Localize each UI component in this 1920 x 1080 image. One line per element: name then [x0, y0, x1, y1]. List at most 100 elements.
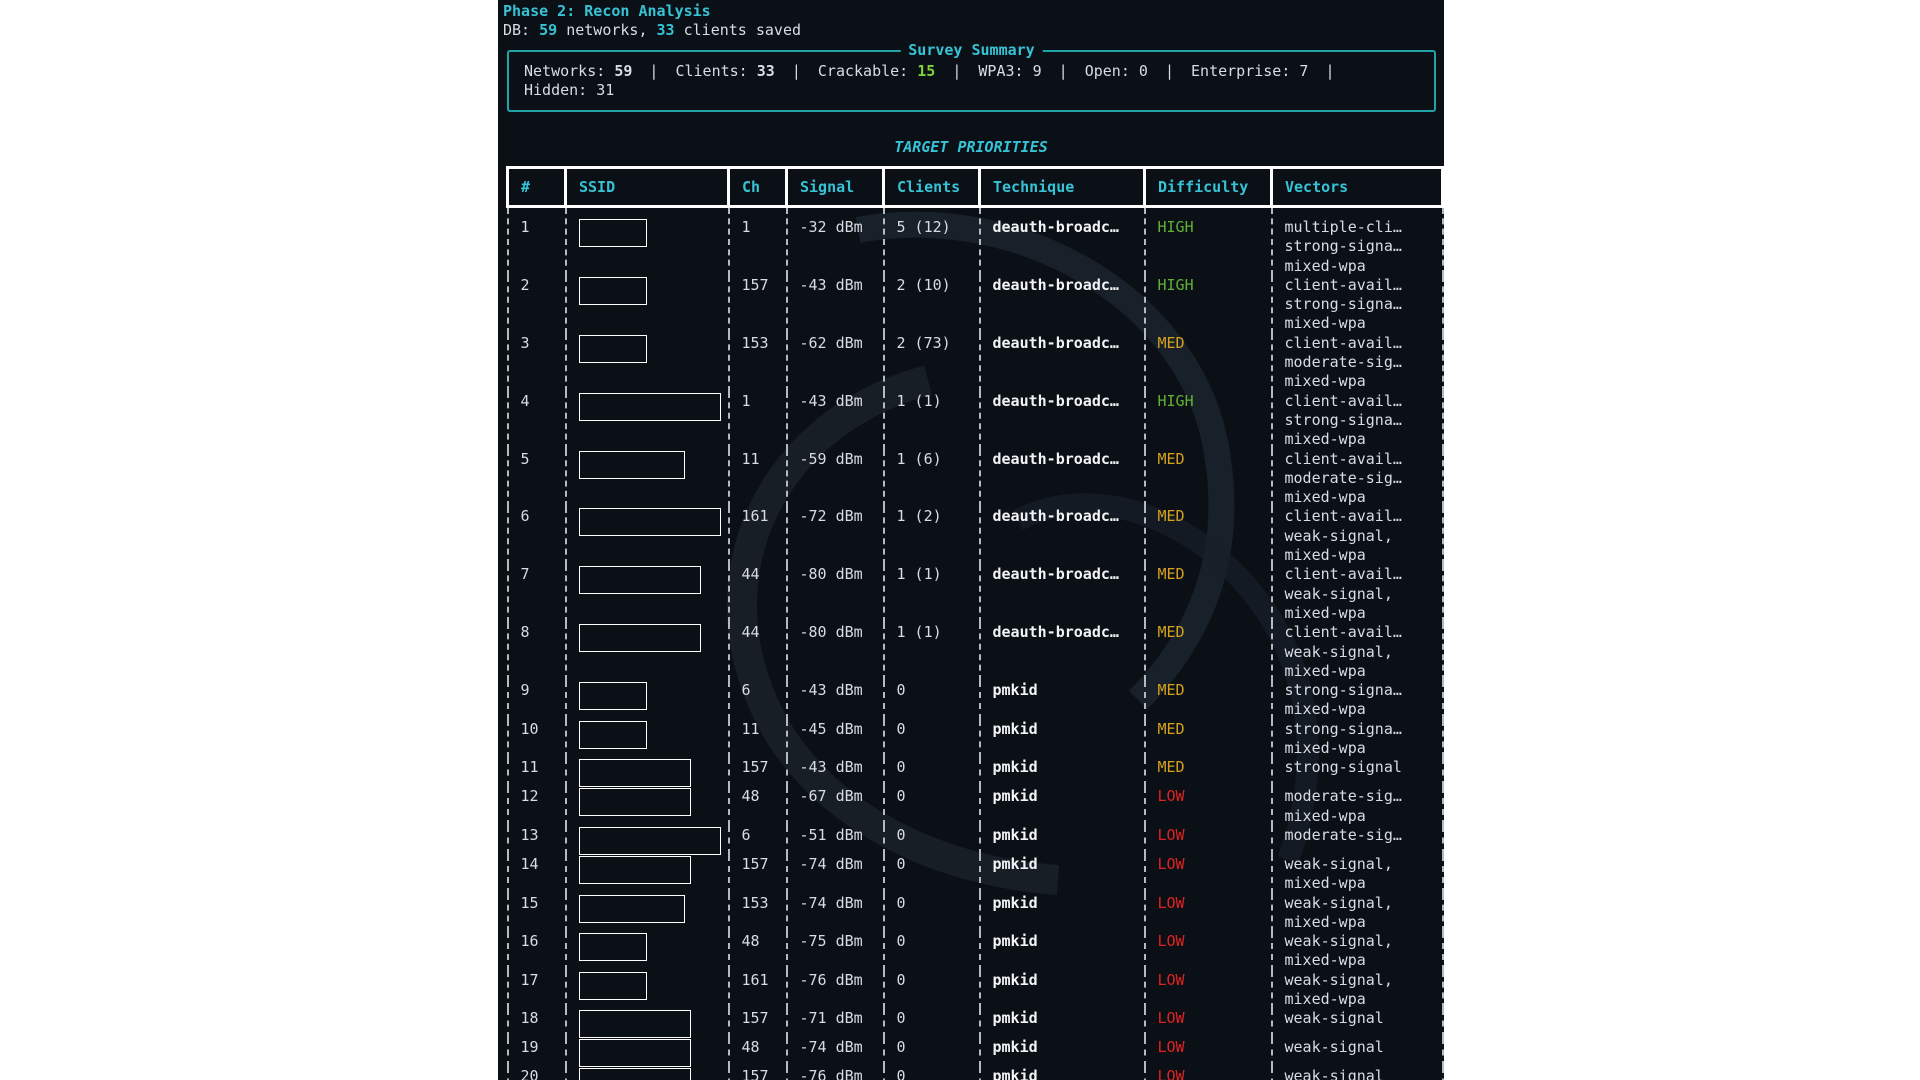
table-row[interactable]: 10 11 -45 dBm 0 pmkid MED strong-signa… mixed-w… — [506, 719, 1444, 759]
difficulty-cell: MED — [1143, 623, 1273, 682]
table-row[interactable]: 5 11 -59 dBm 1 (6) deauth-broadc… MED client-a… — [506, 449, 1444, 508]
table-row[interactable]: 11 157 -43 dBm 0 pmkid MED strong-signal — [506, 758, 1444, 788]
vector-item: client-avail… — [1284, 623, 1402, 642]
vector-item: client-avail… — [1284, 391, 1402, 410]
technique-cell: pmkid — [978, 681, 1146, 720]
ssid-redacted-box — [578, 894, 685, 923]
separator: | — [1325, 62, 1335, 80]
technique-cell: pmkid — [978, 1038, 1146, 1068]
technique-cell: deauth-broadc… — [978, 565, 1146, 624]
vectors-cell: weak-signal, mixed-wpa — [1270, 854, 1444, 894]
ssid-cell — [564, 681, 730, 720]
table-row[interactable]: 14 157 -74 dBm 0 pmkid LOW weak-signal, mixed-w… — [506, 854, 1444, 894]
hidden-value: 31 — [596, 81, 615, 99]
clients-cell: 0 — [882, 1038, 981, 1068]
technique-cell: pmkid — [978, 1067, 1146, 1080]
vectors-cell: moderate-sig… — [1270, 825, 1444, 855]
vector-item: mixed-wpa — [1284, 488, 1366, 507]
table-row[interactable]: 18 157 -71 dBm 0 pmkid LOW weak-signal — [506, 1009, 1444, 1039]
channel-cell: 157 — [727, 1067, 788, 1080]
ssid-redacted-box — [578, 392, 721, 421]
technique-cell: deauth-broadc… — [978, 275, 1146, 334]
row-number: 2 — [506, 275, 567, 334]
signal-cell: -43 dBm — [785, 681, 885, 720]
technique-cell: deauth-broadc… — [978, 623, 1146, 682]
table-row[interactable]: 6 161 -72 dBm 1 (2) deauth-broadc… MED client-… — [506, 507, 1444, 566]
channel-cell: 153 — [727, 893, 788, 933]
vector-item: mixed-wpa — [1284, 314, 1366, 333]
table-row[interactable]: 8 44 -80 dBm 1 (1) deauth-broadc… MED client-a… — [506, 623, 1444, 682]
ssid-cell — [564, 565, 730, 624]
channel-cell: 1 — [727, 391, 788, 450]
ssid-cell — [564, 893, 730, 933]
technique-cell: pmkid — [978, 758, 1146, 788]
channel-cell: 161 — [727, 970, 788, 1010]
table-row[interactable]: 7 44 -80 dBm 1 (1) deauth-broadc… MED client-a… — [506, 565, 1444, 624]
table-row[interactable]: 9 6 -43 dBm 0 pmkid MED strong-signa… mixed-wpa — [506, 681, 1444, 720]
difficulty-cell: HIGH — [1143, 206, 1273, 276]
db-networks-count: 59 — [539, 21, 558, 39]
ssid-redacted-box — [578, 624, 701, 653]
table-row[interactable]: 17 161 -76 dBm 0 pmkid LOW weak-signal, mixed-w… — [506, 970, 1444, 1010]
table-row[interactable]: 12 48 -67 dBm 0 pmkid LOW moderate-sig… mixed-w… — [506, 787, 1444, 826]
table-row[interactable]: 1 1 -32 dBm 5 (12) deauth-broadc… HIGH multipl… — [506, 206, 1444, 276]
clients-cell: 2 (73) — [882, 333, 981, 392]
vector-item: mixed-wpa — [1284, 951, 1366, 970]
vector-item: mixed-wpa — [1284, 874, 1366, 893]
ssid-cell — [564, 333, 730, 392]
channel-cell: 48 — [727, 787, 788, 826]
separator: | — [649, 62, 659, 80]
channel-cell: 11 — [727, 719, 788, 759]
ssid-redacted-box — [578, 566, 701, 595]
ssid-redacted-box — [578, 1068, 691, 1080]
table-row[interactable]: 4 1 -43 dBm 1 (1) deauth-broadc… HIGH client-a… — [506, 391, 1444, 450]
technique-cell: pmkid — [978, 825, 1146, 855]
ssid-cell — [564, 206, 730, 276]
table-row[interactable]: 15 153 -74 dBm 0 pmkid LOW weak-signal, mixed-w… — [506, 893, 1444, 933]
ssid-redacted-box — [578, 276, 647, 305]
table-row[interactable]: 19 48 -74 dBm 0 pmkid LOW weak-signal — [506, 1038, 1444, 1068]
column-header-num: # — [506, 166, 567, 208]
survey-summary-panel: Survey Summary Networks: 59 | Clients: 3… — [507, 41, 1436, 112]
signal-cell: -80 dBm — [785, 623, 885, 682]
vectors-cell: client-avail… strong-signa… mixed-wpa — [1270, 275, 1444, 334]
networks-label: Networks: — [524, 62, 606, 80]
table-row[interactable]: 16 48 -75 dBm 0 pmkid LOW weak-signal, mixed-wp… — [506, 932, 1444, 971]
vectors-cell: weak-signal — [1270, 1038, 1444, 1068]
ssid-cell — [564, 970, 730, 1010]
table-row[interactable]: 13 6 -51 dBm 0 pmkid LOW moderate-sig… — [506, 825, 1444, 855]
channel-cell: 6 — [727, 681, 788, 720]
vector-item: client-avail… — [1284, 275, 1402, 294]
difficulty-cell: LOW — [1143, 1067, 1273, 1080]
difficulty-cell: MED — [1143, 719, 1273, 759]
ssid-cell — [564, 854, 730, 894]
row-number: 4 — [506, 391, 567, 450]
clients-cell: 0 — [882, 758, 981, 788]
column-header-signal: Signal — [785, 166, 885, 208]
table-row[interactable]: 2 157 -43 dBm 2 (10) deauth-broadc… HIGH clien… — [506, 275, 1444, 334]
phase-title: Phase 2: Recon Analysis — [503, 2, 711, 20]
ssid-cell — [564, 1067, 730, 1080]
signal-cell: -74 dBm — [785, 1038, 885, 1068]
table-row[interactable]: 20 157 -76 dBm 0 pmkid LOW weak-signal — [506, 1067, 1444, 1080]
clients-cell: 5 (12) — [882, 206, 981, 276]
enterprise-value: 7 — [1299, 62, 1309, 80]
clients-cell: 0 — [882, 1009, 981, 1039]
separator: | — [1164, 62, 1174, 80]
signal-cell: -72 dBm — [785, 507, 885, 566]
vector-item: client-avail… — [1284, 333, 1402, 352]
difficulty-cell: LOW — [1143, 1009, 1273, 1039]
clients-cell: 1 (1) — [882, 623, 981, 682]
open-label: Open: — [1084, 62, 1130, 80]
table-row[interactable]: 3 153 -62 dBm 2 (73) deauth-broadc… MED client… — [506, 333, 1444, 392]
row-number: 13 — [506, 825, 567, 855]
column-header-technique: Technique — [978, 166, 1146, 208]
vectors-cell: strong-signal — [1270, 758, 1444, 788]
row-number: 7 — [506, 565, 567, 624]
separator: | — [1058, 62, 1068, 80]
clients-cell: 0 — [882, 1067, 981, 1080]
technique-cell: deauth-broadc… — [978, 333, 1146, 392]
networks-value: 59 — [614, 62, 633, 80]
open-value: 0 — [1138, 62, 1148, 80]
vector-item: weak-signal — [1284, 1009, 1384, 1028]
